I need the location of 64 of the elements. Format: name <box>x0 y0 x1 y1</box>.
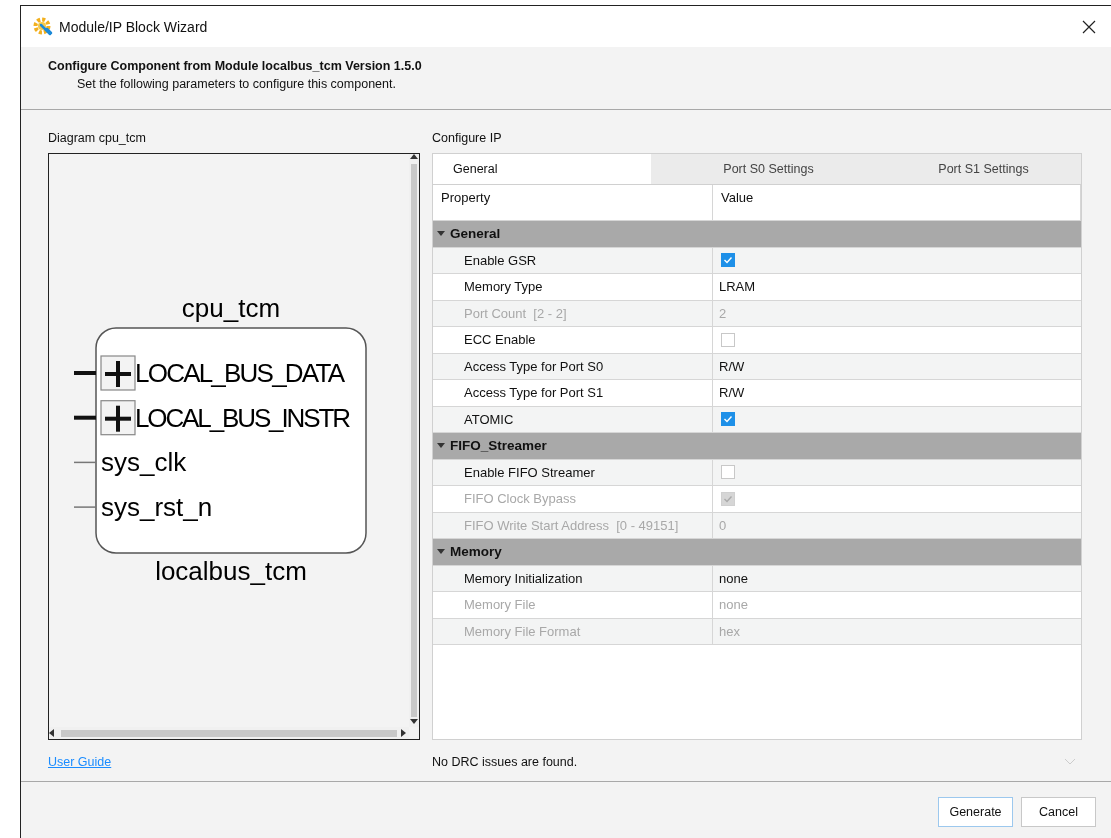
checkbox[interactable] <box>721 332 735 347</box>
section-title: General <box>450 226 501 242</box>
bus-port-line <box>74 371 96 375</box>
horizontal-scrollbar[interactable] <box>49 727 409 739</box>
bus-port-line <box>74 415 96 420</box>
property-value[interactable]: LRAM <box>713 274 1081 300</box>
header-title: Configure Component from Module localbus_tcm Version 1.5.0 <box>48 58 423 75</box>
dialog-button[interactable]: Cancel <box>1021 797 1096 827</box>
checkmark-icon <box>723 493 733 504</box>
checkbox[interactable] <box>721 465 735 480</box>
status-message: No DRC issues are found. <box>432 755 578 769</box>
collapse-icon[interactable] <box>437 441 445 450</box>
property-name: ATOMIC <box>433 406 713 432</box>
header-subtitle: Set the following parameters to configure this component. <box>76 76 397 93</box>
vertical-scrollbar[interactable] <box>409 154 419 727</box>
checkbox[interactable] <box>721 253 735 268</box>
property-name: FIFO Clock Bypass <box>433 486 713 512</box>
tab[interactable]: Port S1 Settings <box>866 154 1081 184</box>
property-value[interactable]: R/W <box>713 353 1081 379</box>
checkmark-icon <box>723 414 733 425</box>
property-name: Memory File Format <box>433 618 713 644</box>
close-icon[interactable] <box>1082 19 1096 34</box>
property-name: Access Type for Port S1 <box>433 380 713 406</box>
port-name: LOCAL_BUS_DATA <box>135 358 345 388</box>
property-name: FIFO Write Start Address [0 - 49151] <box>433 512 713 538</box>
port-line <box>73 461 97 464</box>
column-header: Value <box>713 185 1081 220</box>
property-name: Memory Type <box>433 274 713 300</box>
collapse-icon[interactable] <box>437 547 445 556</box>
checkbox[interactable] <box>721 412 735 427</box>
property-value[interactable]: none <box>713 565 1081 591</box>
property-name: Memory File <box>433 592 713 618</box>
property-name: Enable GSR <box>433 247 713 273</box>
property-value[interactable]: R/W <box>713 380 1081 406</box>
diagram-label: Diagram cpu_tcm <box>48 130 147 146</box>
port-name: sys_clk <box>101 447 187 478</box>
property-name: Enable FIFO Streamer <box>433 459 713 485</box>
tab[interactable]: Port S0 Settings <box>651 154 866 184</box>
port-name: LOCAL_BUS_INSTR <box>135 402 351 433</box>
expand-icon[interactable] <box>100 400 136 436</box>
expand-icon[interactable] <box>100 355 136 391</box>
window-title: Module/IP Block Wizard <box>59 18 209 35</box>
property-name: ECC Enable <box>433 327 713 353</box>
section-header[interactable]: General <box>433 221 1081 248</box>
collapse-icon[interactable] <box>437 229 445 238</box>
section-title: Memory <box>450 544 502 560</box>
dialog-button[interactable]: Generate <box>938 797 1013 827</box>
property-name: Access Type for Port S0 <box>433 353 713 379</box>
port-name: sys_rst_n <box>101 492 213 523</box>
tab[interactable]: General <box>433 154 651 184</box>
configure-label: Configure IP <box>432 130 503 146</box>
column-header: Property <box>433 185 713 220</box>
checkmark-icon <box>723 255 733 266</box>
property-name: Memory Initialization <box>433 565 713 591</box>
port-line <box>73 506 97 508</box>
section-header[interactable]: FIFO_Streamer <box>433 433 1081 460</box>
scroll-left-icon[interactable] <box>49 729 57 737</box>
property-name: Port Count [2 - 2] <box>433 300 713 326</box>
module-name: localbus_tcm <box>155 556 307 586</box>
section-title: FIFO_Streamer <box>450 438 547 454</box>
section-header[interactable]: Memory <box>433 539 1081 566</box>
instance-name: cpu_tcm <box>181 293 281 323</box>
gear-wrench-icon <box>33 16 53 37</box>
scroll-up-icon[interactable] <box>410 154 418 162</box>
